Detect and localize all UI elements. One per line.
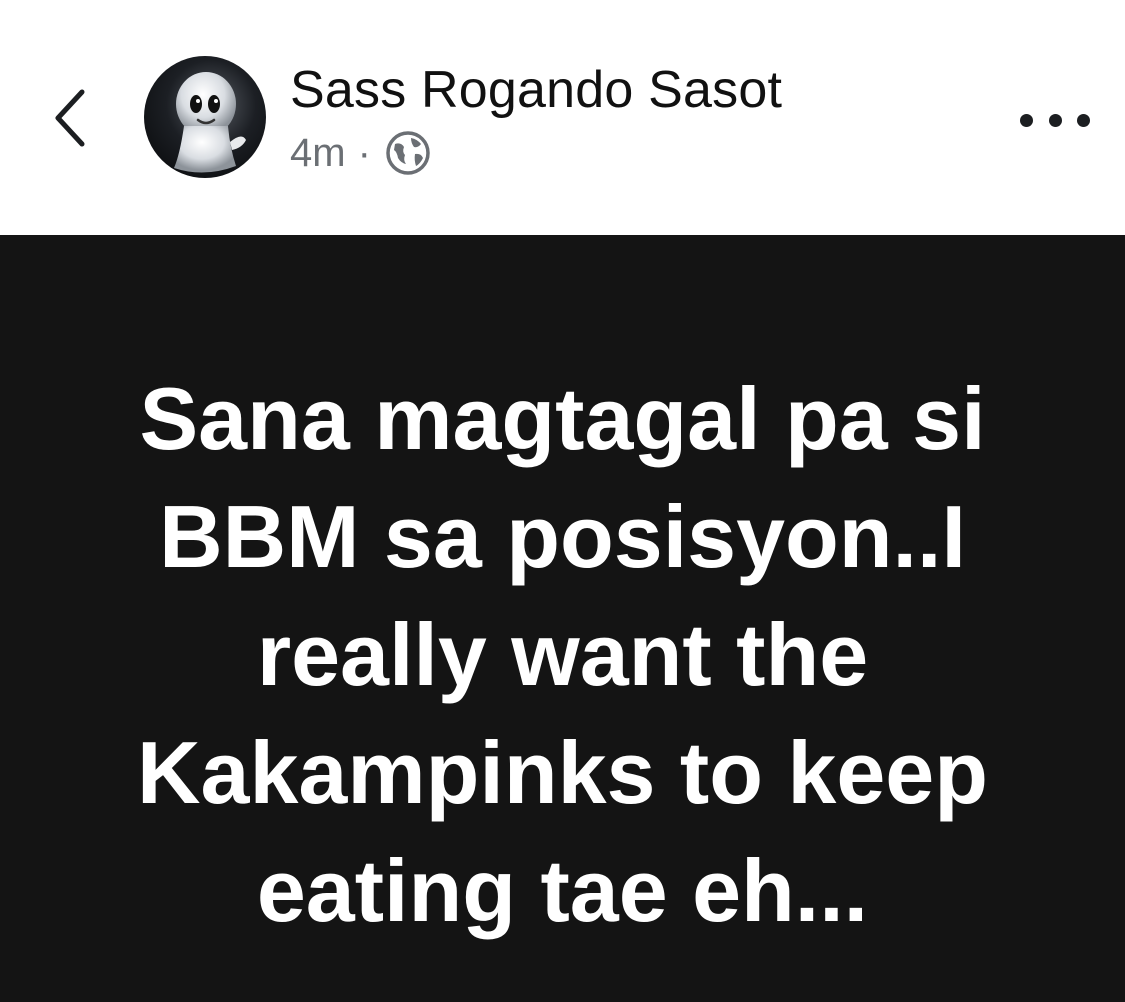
post-text: Sana magtagal pa si BBM sa posisyon..I r… <box>60 360 1065 950</box>
post-text-background: Sana magtagal pa si BBM sa posisyon..I r… <box>0 235 1125 1002</box>
post-text-line: really want the <box>256 605 869 704</box>
avatar[interactable] <box>144 56 266 178</box>
meta-separator: · <box>357 131 371 175</box>
more-horizontal-icon-dot <box>1048 113 1062 127</box>
chevron-left-icon <box>55 89 85 147</box>
post-header: Sass Rogando Sasot 4m · <box>0 0 1125 235</box>
post-time[interactable]: 4m <box>290 128 346 178</box>
more-horizontal-icon-dot <box>1020 113 1033 127</box>
post-meta: 4m · <box>290 128 431 178</box>
more-options-button[interactable] <box>1020 98 1090 142</box>
more-horizontal-icon-dot <box>1077 113 1090 127</box>
ghost-avatar-image <box>174 72 246 173</box>
post-text-line: Sana magtagal pa si <box>139 369 986 468</box>
post-text-line: eating tae eh... <box>256 841 869 940</box>
author-name[interactable]: Sass Rogando Sasot <box>290 58 782 122</box>
post-text-line: Kakampinks to keep <box>137 723 988 822</box>
back-button[interactable] <box>40 82 100 154</box>
post-text-line: BBM sa posisyon..I <box>159 487 966 586</box>
globe-icon <box>385 130 431 176</box>
